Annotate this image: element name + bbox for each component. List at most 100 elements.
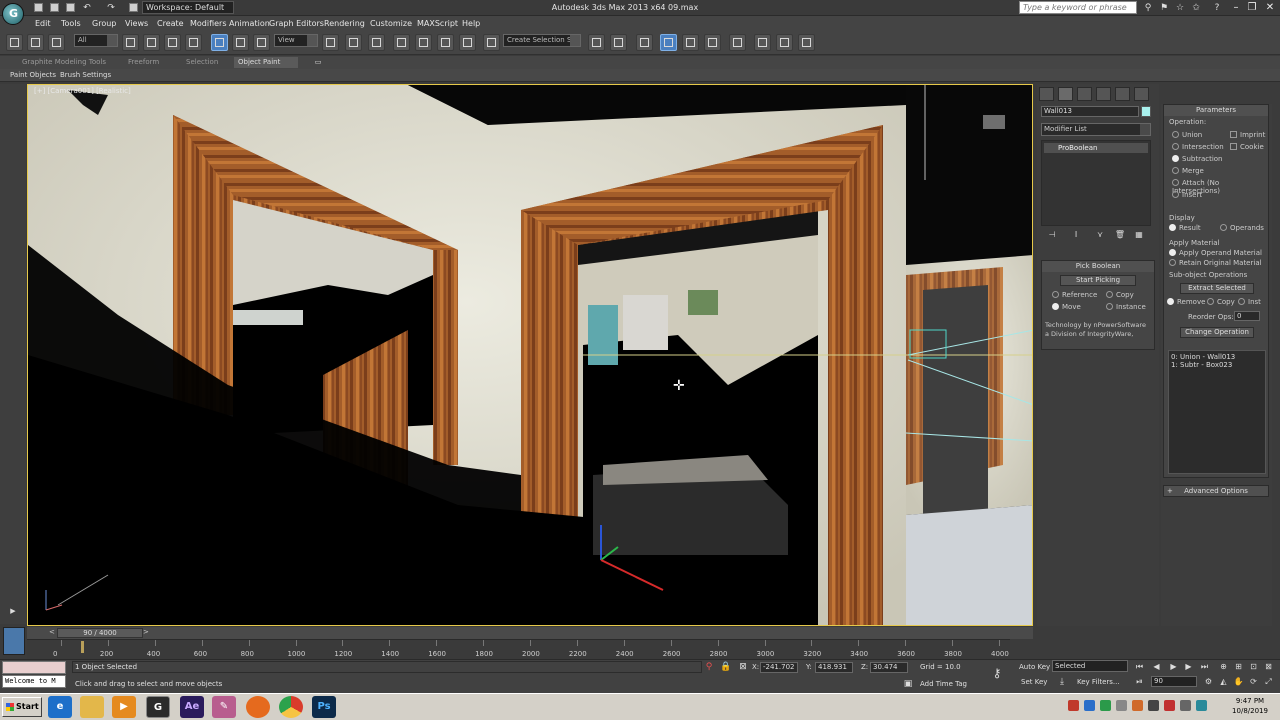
zoom-extents-icon[interactable]: ⊡ <box>1248 661 1259 672</box>
auto-key-button[interactable]: Auto Key <box>1019 663 1050 671</box>
selection-lock-icon[interactable]: 🔒 <box>720 662 731 672</box>
menu-maxscript[interactable]: MAXScript <box>417 19 458 28</box>
aftereffects-icon[interactable]: Ae <box>180 696 204 718</box>
snaps-toggle-icon[interactable] <box>393 34 410 51</box>
zoom-icon[interactable]: ⊕ <box>1218 661 1229 672</box>
make-unique-icon[interactable]: ⋎ <box>1094 230 1106 242</box>
start-button[interactable]: Start <box>2 697 42 717</box>
show-end-result-icon[interactable]: Ⅰ <box>1070 230 1082 242</box>
tray-app-icon[interactable] <box>1100 700 1111 711</box>
pan-icon[interactable]: ✋ <box>1233 676 1244 687</box>
move-radio[interactable]: Move <box>1052 303 1081 311</box>
time-slider-thumb[interactable]: 90 / 4000 <box>57 628 143 638</box>
ribbon-tab-selection[interactable]: Selection <box>182 57 222 68</box>
create-tab-icon[interactable] <box>1039 87 1054 101</box>
remove-modifier-icon[interactable]: 🗑 <box>1114 230 1126 242</box>
inst-radio[interactable]: Inst <box>1238 298 1261 306</box>
extract-selected-button[interactable]: Extract Selected <box>1180 283 1254 294</box>
modifier-list-dropdown[interactable]: Modifier List <box>1041 123 1151 136</box>
select-and-move-icon[interactable] <box>211 34 228 51</box>
word-icon[interactable]: ✎ <box>212 696 236 718</box>
tray-update-icon[interactable] <box>1132 700 1143 711</box>
subscription-icon[interactable]: ⚑ <box>1159 3 1169 13</box>
select-manipulate-icon[interactable] <box>345 34 362 51</box>
key-icon[interactable]: ⚷ <box>992 667 1002 679</box>
instance-radio[interactable]: Instance <box>1106 303 1146 311</box>
communication-icon[interactable]: ☆ <box>1175 3 1185 13</box>
retain-original-material-radio[interactable]: Retain Original Material <box>1169 259 1262 267</box>
cookie-checkbox[interactable]: Cookie <box>1230 143 1264 151</box>
op-insert-radio[interactable]: Insert <box>1172 191 1202 199</box>
operand-list-item[interactable]: 0: Union - Wall013 <box>1171 353 1263 361</box>
previous-frame-icon[interactable]: ◀ <box>1151 661 1162 672</box>
link-icon[interactable] <box>6 34 23 51</box>
unlink-icon[interactable] <box>27 34 44 51</box>
display-result-radio[interactable]: Result <box>1169 224 1201 232</box>
menu-modifiers[interactable]: Modifiers <box>190 19 227 28</box>
menu-help[interactable]: Help <box>462 19 480 28</box>
render-setup-icon[interactable] <box>754 34 771 51</box>
brush-settings-tab[interactable]: Brush Settings <box>60 71 111 79</box>
photoshop-icon[interactable]: Ps <box>312 696 336 718</box>
add-time-tag[interactable]: Add Time Tag <box>920 680 967 688</box>
favorites-icon[interactable]: ✩ <box>1191 3 1201 13</box>
graphite-toggle-icon[interactable] <box>660 34 677 51</box>
time-slider[interactable]: < 90 / 4000 > <box>27 627 1033 639</box>
firefox-icon[interactable] <box>246 696 270 718</box>
angle-snap-icon[interactable] <box>415 34 432 51</box>
ribbon-tab-graphite[interactable]: Graphite Modeling Tools <box>18 57 110 68</box>
ribbon-options-icon[interactable]: ▭ <box>313 57 323 67</box>
schematic-view-icon[interactable] <box>704 34 721 51</box>
ribbon-tab-freeform[interactable]: Freeform <box>124 57 163 68</box>
track-bar[interactable]: 0 200 400 600 800 1000 1200 1400 1600 1800 2000 220… <box>27 639 1010 659</box>
select-by-name-icon[interactable] <box>143 34 160 51</box>
motion-tab-icon[interactable] <box>1096 87 1111 101</box>
viewport-label[interactable]: [+] [Camera001] [Realistic] <box>34 87 131 95</box>
field-of-view-icon[interactable]: ◭ <box>1218 676 1229 687</box>
go-to-start-icon[interactable]: ⏮ <box>1134 661 1145 672</box>
start-picking-button[interactable]: Start Picking <box>1060 275 1136 286</box>
folder-icon[interactable] <box>80 696 104 718</box>
paint-objects-tab[interactable]: Paint Objects <box>10 71 56 79</box>
op-subtraction-radio[interactable]: Subtraction <box>1172 155 1223 163</box>
app-menu-button[interactable]: G <box>2 3 24 25</box>
named-selection-dropdown[interactable]: Create Selection Se <box>503 34 581 47</box>
menu-rendering[interactable]: Rendering <box>324 19 365 28</box>
system-clock[interactable]: 9:47 PM 10/8/2019 <box>1222 696 1278 716</box>
parameters-title[interactable]: Parameters <box>1164 105 1268 116</box>
tray-usb-icon[interactable] <box>1116 700 1127 711</box>
media-icon[interactable]: ▶ <box>112 696 136 718</box>
close-icon[interactable]: ✕ <box>1262 0 1278 15</box>
time-slider-prev-icon[interactable]: < <box>49 628 55 636</box>
op-merge-radio[interactable]: Merge <box>1172 167 1204 175</box>
3dsmax-icon[interactable]: G <box>146 696 170 718</box>
select-object-icon[interactable] <box>122 34 139 51</box>
camera-viewport[interactable]: [+] [Camera001] [Realistic] ✛ <box>27 84 1033 626</box>
reference-radio[interactable]: Reference <box>1052 291 1097 299</box>
object-color-swatch[interactable] <box>1141 106 1151 117</box>
selection-filter-dropdown[interactable]: All <box>74 34 118 47</box>
modifier-stack[interactable]: ProBoolean <box>1041 140 1151 226</box>
time-tag-icon[interactable]: ▣ <box>903 679 913 689</box>
zoom-all-icon[interactable]: ⊞ <box>1233 661 1244 672</box>
menu-group[interactable]: Group <box>92 19 116 28</box>
tray-volume-icon[interactable] <box>1148 700 1159 711</box>
search-icon[interactable]: ⚲ <box>1143 3 1153 13</box>
menu-animation[interactable]: Animation <box>229 19 270 28</box>
menu-edit[interactable]: Edit <box>35 19 51 28</box>
maxscript-listener-input[interactable] <box>2 661 66 674</box>
key-filters-button[interactable]: Key Filters... <box>1077 678 1120 686</box>
select-and-scale-icon[interactable] <box>253 34 270 51</box>
object-name-field[interactable]: Wall013 <box>1041 106 1139 117</box>
pick-boolean-title[interactable]: Pick Boolean <box>1042 261 1154 272</box>
key-mode-toggle-icon[interactable]: ⏯ <box>1134 676 1145 687</box>
hierarchy-tab-icon[interactable] <box>1077 87 1092 101</box>
operand-list[interactable]: 0: Union - Wall013 1: Subtr - Box023 <box>1168 350 1266 474</box>
ie-icon[interactable]: e <box>48 696 72 718</box>
align-icon[interactable] <box>610 34 627 51</box>
reference-coordinate-dropdown[interactable]: View <box>274 34 318 47</box>
minimize-icon[interactable]: – <box>1228 0 1244 15</box>
menu-create[interactable]: Create <box>157 19 184 28</box>
x-coordinate-field[interactable]: -241.702 <box>760 662 798 673</box>
configure-modifier-sets-icon[interactable]: ▦ <box>1133 230 1145 242</box>
